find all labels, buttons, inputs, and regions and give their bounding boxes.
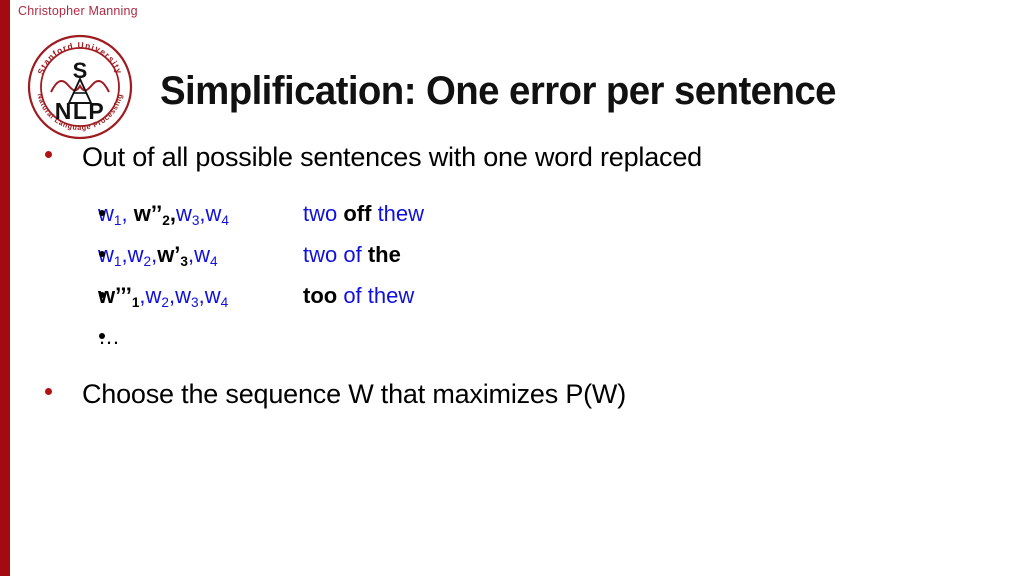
sequence-1-run-6: w4 bbox=[205, 200, 229, 228]
sequence-2-run-2: w2 bbox=[127, 241, 152, 269]
sequence-3-run-1: , bbox=[139, 282, 146, 308]
sequence-3-subscript-2: 2 bbox=[161, 294, 169, 310]
bullet-text-all-possible-sentences: Out of all possible sentences with one w… bbox=[82, 142, 702, 172]
sequence-1-run-4: w3 bbox=[175, 200, 200, 228]
gloss-3-run-0: too bbox=[303, 282, 338, 308]
sequence-1-subscript-2: 2 bbox=[162, 212, 170, 228]
sequence-3-run-4: w3 bbox=[175, 282, 199, 310]
candidate-list: w1, w’’2,w3,w4 two off thew w1,w2,w’3,w4 tw… bbox=[0, 197, 1024, 313]
sequence-2-run-4: w’3 bbox=[157, 241, 188, 269]
sequence-1-run-2: w’’2 bbox=[133, 200, 170, 228]
candidate-word-sequence-1: w1, w’’2,w3,w4 bbox=[98, 197, 303, 234]
sequence-1-subscript-0: 1 bbox=[113, 212, 122, 228]
sequence-3-subscript-6: 4 bbox=[220, 294, 229, 310]
sequence-2-run-6: w4 bbox=[194, 241, 218, 269]
bullet-item-primary: Out of all possible sentences with one w… bbox=[0, 140, 1024, 175]
bullet-dot-icon bbox=[99, 209, 105, 216]
sequence-2-subscript-2: 2 bbox=[143, 253, 152, 269]
gloss-1-run-0: two bbox=[303, 200, 344, 226]
sequence-2-subscript-4: 3 bbox=[180, 253, 188, 269]
sequence-3-subscript-4: 3 bbox=[191, 294, 199, 310]
bullet-dot-icon bbox=[99, 250, 105, 257]
sequence-1-run-1: , bbox=[121, 200, 134, 226]
bullet-dot-icon bbox=[99, 291, 105, 298]
candidate-gloss-2: two of the bbox=[303, 238, 401, 272]
gloss-1-run-2: thew bbox=[371, 200, 425, 226]
slide-body: Out of all possible sentences with one w… bbox=[0, 140, 1024, 413]
sequence-3-run-5: , bbox=[198, 282, 205, 308]
candidate-row-1: w1, w’’2,w3,w4 two off thew bbox=[0, 197, 1024, 231]
candidate-gloss-3: too of thew bbox=[303, 279, 414, 313]
page-title: Simplification: One error per sentence bbox=[160, 68, 836, 113]
sequence-1-subscript-4: 3 bbox=[191, 212, 200, 228]
gloss-1-run-1: off bbox=[343, 200, 372, 226]
candidate-word-sequence-3: w’’’1,w2,w3,w4 bbox=[98, 279, 303, 316]
candidate-gloss-1: two off thew bbox=[303, 197, 424, 231]
presenter-name: Christopher Manning bbox=[18, 4, 138, 18]
gloss-2-run-0: two of bbox=[303, 241, 368, 267]
candidate-row-3: w’’’1,w2,w3,w4 too of thew bbox=[0, 279, 1024, 313]
bullet-text-choose-sequence: Choose the sequence W that maximizes P(W… bbox=[82, 378, 627, 409]
sequence-3-run-6: w4 bbox=[204, 282, 229, 310]
gloss-2-run-1: the bbox=[367, 241, 401, 267]
gloss-3-run-1: of thew bbox=[337, 282, 415, 308]
bullet-item-primary: Choose the sequence W that maximizes P(W… bbox=[0, 377, 1024, 412]
sequence-1-run-5: , bbox=[199, 200, 206, 226]
svg-text:NLP: NLP bbox=[55, 98, 106, 124]
candidate-row-2: w1,w2,w’3,w4 two of the bbox=[0, 238, 1024, 272]
sequence-3-run-2: w2 bbox=[145, 282, 169, 310]
sequence-2-run-1: , bbox=[121, 241, 128, 267]
sequence-3-subscript-0: 1 bbox=[131, 294, 140, 310]
sequence-2-subscript-6: 4 bbox=[210, 253, 218, 269]
bullet-dot-icon bbox=[45, 151, 52, 158]
candidate-word-sequence-2: w1,w2,w’3,w4 bbox=[98, 238, 303, 275]
sequence-2-subscript-0: 1 bbox=[113, 253, 122, 269]
sequence-1-subscript-6: 4 bbox=[221, 212, 229, 228]
bullet-dot-icon bbox=[99, 332, 105, 339]
list-item-ellipsis: … bbox=[0, 320, 1024, 354]
stanford-nlp-seal-icon: Stanford University Natural Language Pro… bbox=[26, 33, 134, 141]
bullet-dot-icon bbox=[45, 387, 52, 395]
